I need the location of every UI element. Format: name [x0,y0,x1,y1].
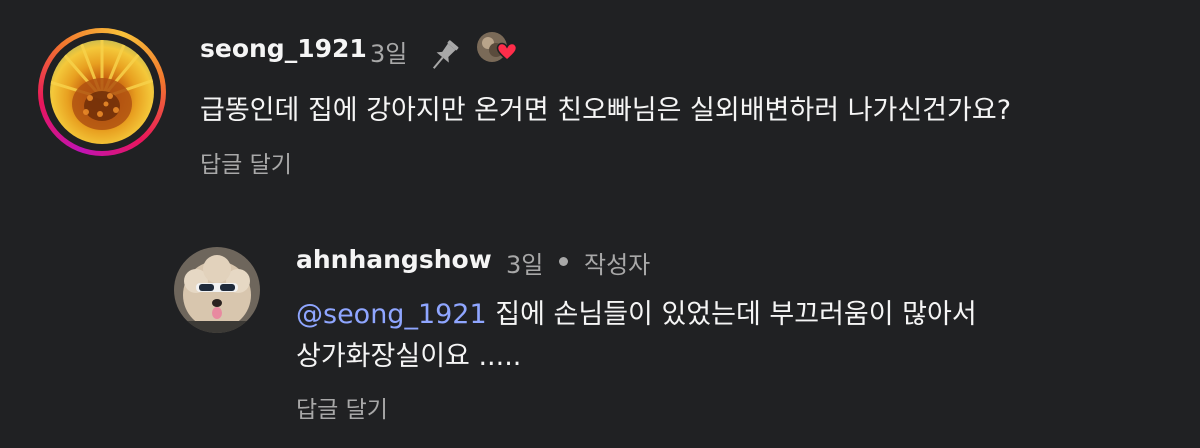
reply-timestamp: 3일 [506,251,544,279]
reply-text-line-2: 상가화장실이요 ..... [296,341,522,372]
reply-comment: ahnhangshow 3일 작성자 @seong_1921 집에 손님들이 있… [0,0,1200,448]
mention-link[interactable]: @seong_1921 [296,299,487,330]
reply-username[interactable]: ahnhangshow [296,245,492,274]
author-badge: 작성자 [584,251,651,279]
avatar[interactable] [174,247,260,333]
reply-text: 집에 손님들이 있었는데 부끄러움이 많아서 [486,299,977,330]
reply-text-line: @seong_1921 집에 손님들이 있었는데 부끄러움이 많아서 [296,296,977,334]
separator-dot [559,257,568,266]
reply-button[interactable]: 답글 달기 [296,390,388,424]
